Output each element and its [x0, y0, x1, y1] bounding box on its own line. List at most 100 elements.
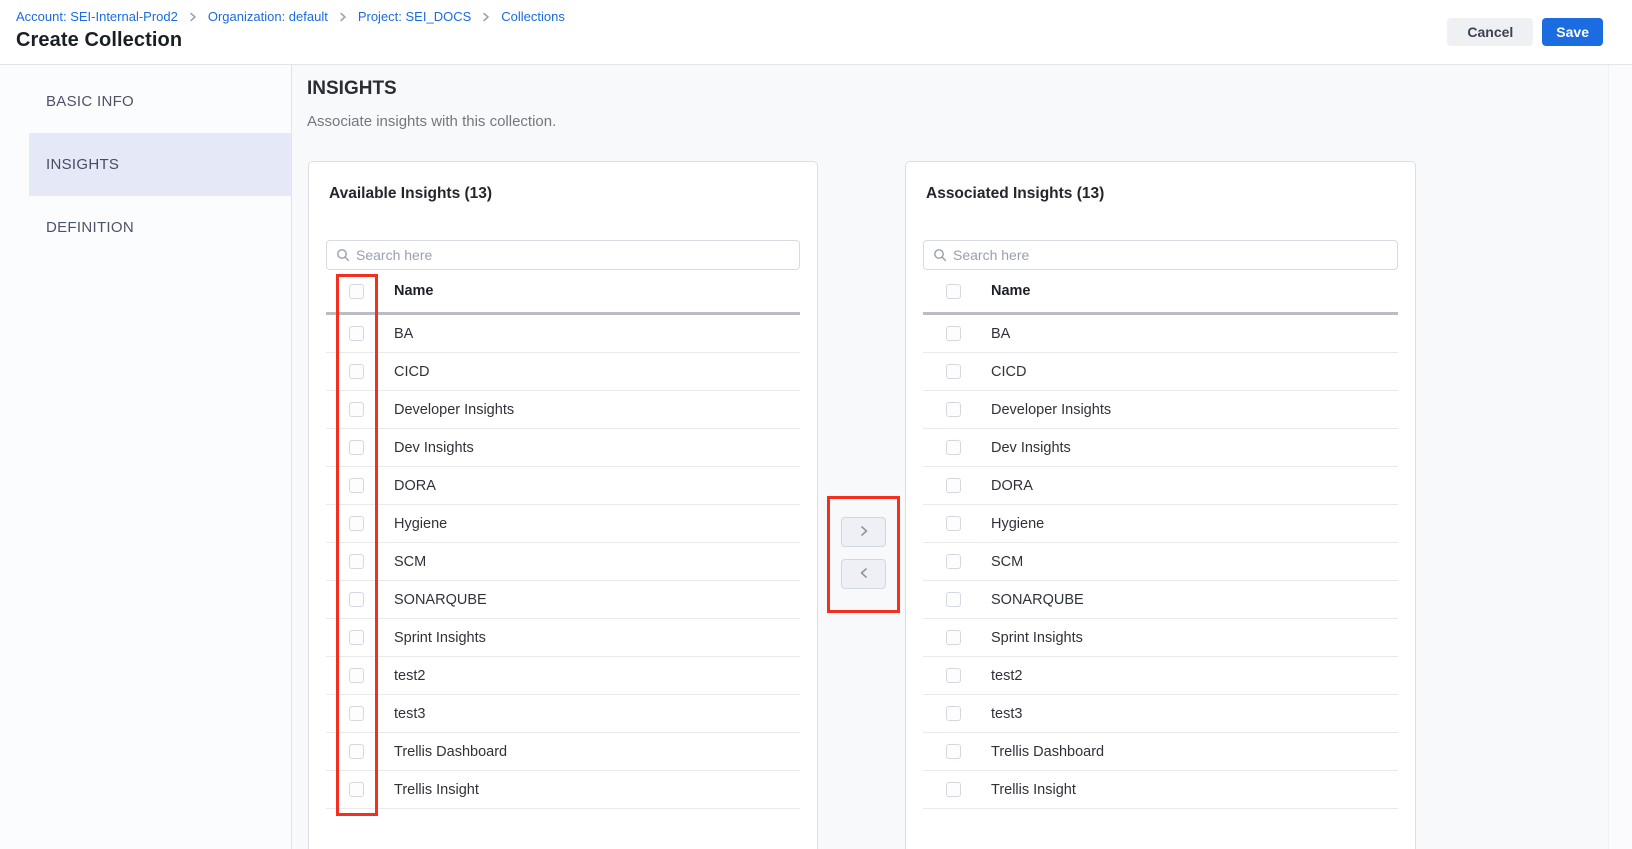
scrollbar-track[interactable] [1608, 65, 1632, 849]
breadcrumb-chevron-icon [188, 12, 198, 22]
breadcrumb-chevron-icon [338, 12, 348, 22]
breadcrumb-chevron-icon [481, 12, 491, 22]
row-checkbox[interactable] [946, 364, 961, 379]
chevron-right-icon [858, 525, 870, 540]
row-checkbox[interactable] [349, 364, 364, 379]
row-checkbox[interactable] [349, 554, 364, 569]
select-all-checkbox[interactable] [946, 284, 961, 299]
sidebar-item-insights[interactable]: INSIGHTS [29, 133, 291, 196]
row-name: SCM [991, 554, 1023, 570]
name-column-header: Name [991, 283, 1031, 299]
associated-insights-panel: Associated Insights (13) Name BA [905, 161, 1416, 849]
row-checkbox[interactable] [946, 630, 961, 645]
row-checkbox[interactable] [946, 592, 961, 607]
associated-insights-title: Associated Insights (13) [926, 185, 1395, 203]
row-name: Hygiene [394, 516, 447, 532]
row-name: test3 [394, 706, 425, 722]
table-row: Sprint Insights [326, 619, 800, 657]
table-row: SCM [923, 543, 1398, 581]
row-checkbox[interactable] [946, 326, 961, 341]
row-checkbox[interactable] [349, 668, 364, 683]
breadcrumb-account-link[interactable]: Account: SEI-Internal-Prod2 [16, 9, 178, 24]
row-checkbox[interactable] [946, 440, 961, 455]
associated-searchbox [923, 240, 1398, 270]
breadcrumb-organization-link[interactable]: Organization: default [208, 9, 328, 24]
row-checkbox[interactable] [349, 402, 364, 417]
row-checkbox[interactable] [946, 516, 961, 531]
available-insights-title: Available Insights (13) [329, 185, 797, 203]
row-name: SONARQUBE [394, 592, 487, 608]
table-row: test3 [326, 695, 800, 733]
chevron-left-icon [858, 567, 870, 582]
table-row: Trellis Insight [923, 771, 1398, 809]
row-checkbox[interactable] [349, 782, 364, 797]
row-checkbox[interactable] [946, 668, 961, 683]
row-checkbox[interactable] [349, 440, 364, 455]
row-checkbox[interactable] [349, 706, 364, 721]
available-search-input[interactable] [356, 247, 799, 263]
row-name: Trellis Dashboard [394, 744, 507, 760]
table-row: Trellis Dashboard [326, 733, 800, 771]
available-insights-panel: Available Insights (13) Name BA [308, 161, 818, 849]
table-row: Dev Insights [923, 429, 1398, 467]
table-row: DORA [923, 467, 1398, 505]
table-row: Trellis Dashboard [923, 733, 1398, 771]
row-name: Hygiene [991, 516, 1044, 532]
annotation-transfer-buttons [827, 496, 900, 613]
row-checkbox[interactable] [349, 478, 364, 493]
associated-search-input[interactable] [953, 247, 1397, 263]
available-table-body: BA CICD Developer Insights Dev I [326, 315, 800, 809]
row-name: test3 [991, 706, 1022, 722]
table-row: DORA [326, 467, 800, 505]
row-name: DORA [991, 478, 1033, 494]
row-name: Dev Insights [991, 440, 1071, 456]
move-left-button[interactable] [841, 559, 886, 589]
table-row: CICD [923, 353, 1398, 391]
header-actions: Cancel Save [1447, 18, 1603, 46]
associated-insights-table: Name BA CICD Developer [923, 270, 1398, 809]
save-button[interactable]: Save [1542, 18, 1603, 46]
table-row: SCM [326, 543, 800, 581]
table-header-row: Name [326, 270, 800, 315]
row-checkbox[interactable] [349, 744, 364, 759]
select-all-checkbox[interactable] [349, 284, 364, 299]
row-checkbox[interactable] [349, 516, 364, 531]
row-checkbox[interactable] [946, 782, 961, 797]
section-subheading: Associate insights with this collection. [307, 113, 556, 130]
move-right-button[interactable] [841, 517, 886, 547]
table-row: SONARQUBE [326, 581, 800, 619]
search-icon [933, 248, 947, 262]
row-checkbox[interactable] [946, 402, 961, 417]
table-row: Trellis Insight [326, 771, 800, 809]
row-checkbox[interactable] [349, 592, 364, 607]
breadcrumb-collections-link[interactable]: Collections [501, 9, 565, 24]
table-row: BA [923, 315, 1398, 353]
table-row: Developer Insights [326, 391, 800, 429]
sidebar-item-basic-info[interactable]: BASIC INFO [0, 70, 291, 133]
row-name: Developer Insights [991, 402, 1111, 418]
cancel-button[interactable]: Cancel [1447, 18, 1533, 46]
row-checkbox[interactable] [349, 326, 364, 341]
row-checkbox[interactable] [349, 630, 364, 645]
row-name: test2 [394, 668, 425, 684]
wizard-sidebar: BASIC INFO INSIGHTS DEFINITION [0, 65, 292, 849]
breadcrumb: Account: SEI-Internal-Prod2 Organization… [16, 9, 565, 24]
page-header: Account: SEI-Internal-Prod2 Organization… [0, 0, 1632, 65]
name-column-header: Name [394, 283, 434, 299]
breadcrumb-project-link[interactable]: Project: SEI_DOCS [358, 9, 471, 24]
row-name: test2 [991, 668, 1022, 684]
row-name: Trellis Dashboard [991, 744, 1104, 760]
table-row: Hygiene [326, 505, 800, 543]
sidebar-item-definition[interactable]: DEFINITION [0, 196, 291, 259]
row-name: BA [394, 326, 413, 342]
table-header-row: Name [923, 270, 1398, 315]
row-name: Sprint Insights [991, 630, 1083, 646]
row-checkbox[interactable] [946, 744, 961, 759]
section-heading: INSIGHTS [307, 78, 397, 100]
row-checkbox[interactable] [946, 554, 961, 569]
row-name: Dev Insights [394, 440, 474, 456]
table-row: SONARQUBE [923, 581, 1398, 619]
row-checkbox[interactable] [946, 478, 961, 493]
table-row: Hygiene [923, 505, 1398, 543]
row-checkbox[interactable] [946, 706, 961, 721]
